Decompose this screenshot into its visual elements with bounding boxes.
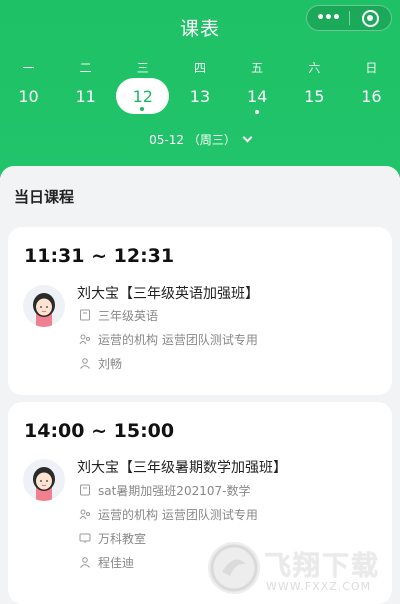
date-dropdown[interactable]: 05-12 （周三） <box>0 131 400 148</box>
teacher-text: 程佳迪 <box>98 555 135 570</box>
person-icon <box>80 557 90 568</box>
weekday-label: 日 <box>365 61 378 75</box>
mini-program-capsule: ••• <box>306 5 392 31</box>
section-title: 当日课程 <box>14 188 75 206</box>
teacher-row: 刘畅 <box>79 355 122 371</box>
weekday-label: 一 <box>22 61 35 75</box>
chevron-down-icon <box>242 132 253 143</box>
subject-text: sat暑期加强班202107-数学 <box>98 483 251 498</box>
book-icon <box>80 309 90 321</box>
day-mon[interactable]: 一 10 <box>0 60 57 122</box>
course-time: 14:00 ~ 15:00 <box>24 420 175 442</box>
target-icon[interactable] <box>350 6 391 30</box>
person-icon <box>80 358 90 369</box>
has-class-dot <box>254 110 259 114</box>
course-time: 11:31 ~ 12:31 <box>24 245 175 267</box>
organization-icon <box>79 509 90 520</box>
teacher-row: 程佳迪 <box>79 554 134 570</box>
more-icon[interactable]: ••• <box>307 6 349 30</box>
date-number: 15 <box>304 87 325 106</box>
day-thu[interactable]: 四 13 <box>171 60 228 122</box>
subject-row: 三年级英语 <box>79 307 158 323</box>
classroom-icon <box>79 533 91 543</box>
watermark: 飞翔下载 WWW.FXXZ.COM <box>208 542 394 600</box>
day-sat[interactable]: 六 15 <box>286 60 343 122</box>
day-wed[interactable]: 三 12 <box>114 60 171 122</box>
course-card[interactable]: 11:31 ~ 12:31 刘大宝【三年级英语加强班】 三年级英语 运营的机构 … <box>8 227 392 395</box>
week-strip: 一 10 二 11 三 12 四 13 五 14 六 15 日 16 <box>0 60 400 122</box>
org-text: 运营的机构 运营团队测试专用 <box>98 332 258 347</box>
day-tue[interactable]: 二 11 <box>57 60 114 122</box>
date-number: 16 <box>361 87 382 106</box>
watermark-logo-icon <box>208 542 260 594</box>
organization-icon <box>79 334 90 345</box>
org-text: 运营的机构 运营团队测试专用 <box>98 507 258 522</box>
book-icon <box>80 484 90 496</box>
teacher-text: 刘畅 <box>98 356 123 371</box>
avatar <box>23 285 65 327</box>
weekday-label: 四 <box>193 61 206 75</box>
date-number: 10 <box>18 87 39 106</box>
weekday-label: 二 <box>79 61 92 75</box>
watermark-url: WWW.FXXZ.COM <box>266 580 372 593</box>
date-number: 14 <box>246 87 268 106</box>
watermark-text: 飞翔下载 <box>264 551 380 582</box>
date-number: 11 <box>75 87 96 106</box>
org-row: 运营的机构 运营团队测试专用 <box>79 331 258 347</box>
day-fri[interactable]: 五 14 <box>229 60 286 122</box>
org-row: 运营的机构 运营团队测试专用 <box>79 506 258 522</box>
classroom-row: 万科教室 <box>79 530 146 546</box>
course-title: 刘大宝【三年级英语加强班】 <box>77 286 259 302</box>
date-number: 12 <box>132 87 153 106</box>
weekday-label: 五 <box>251 61 264 75</box>
header-bar: 课表 ••• 一 10 二 11 三 12 四 13 五 14 六 15 日 1… <box>0 0 400 178</box>
weekday-label: 六 <box>308 61 321 75</box>
course-title: 刘大宝【三年级暑期数学加强班】 <box>77 460 287 476</box>
classroom-text: 万科教室 <box>98 531 147 546</box>
date-number: 13 <box>189 87 211 106</box>
course-panel: 当日课程 11:31 ~ 12:31 刘大宝【三年级英语加强班】 三年级英语 运… <box>0 166 400 604</box>
subject-row: sat暑期加强班202107-数学 <box>79 482 250 498</box>
subject-text: 三年级英语 <box>98 308 159 323</box>
avatar <box>23 459 65 501</box>
day-sun[interactable]: 日 16 <box>343 60 400 122</box>
weekday-label: 三 <box>136 61 149 75</box>
selected-date-label: 05-12 （周三） <box>149 133 236 147</box>
